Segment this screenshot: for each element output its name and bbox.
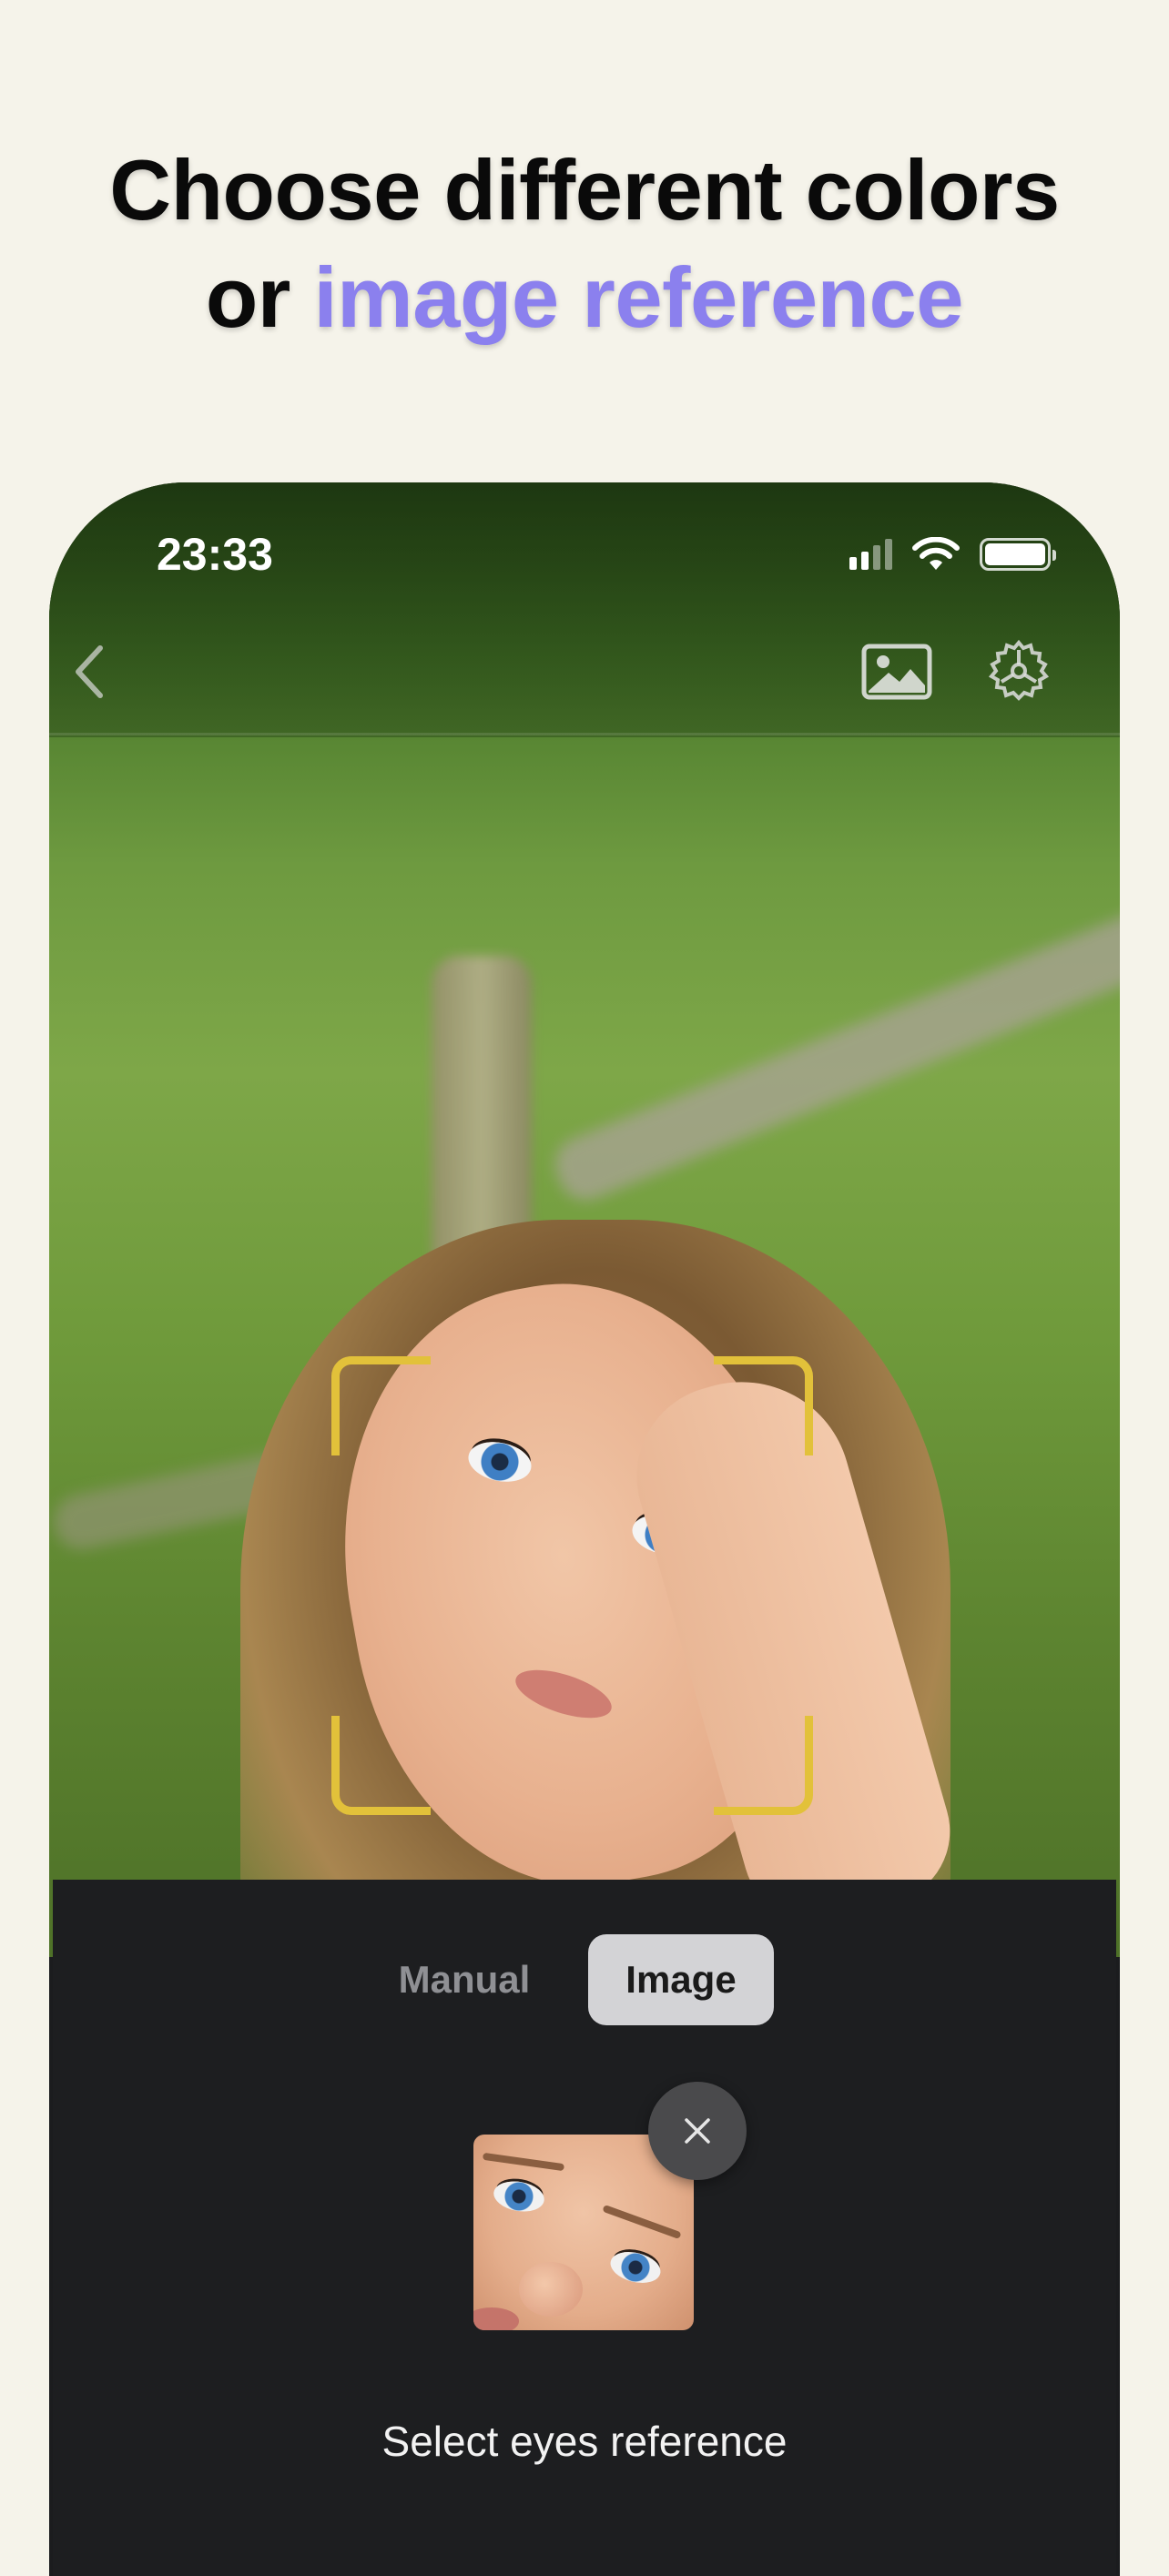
headline: Choose different colors or image referen… xyxy=(0,137,1169,351)
headline-line-2: or image reference xyxy=(0,244,1169,351)
photo-gallery-icon xyxy=(861,644,932,700)
status-time: 23:33 xyxy=(157,529,273,580)
gallery-button[interactable] xyxy=(856,635,938,708)
camera-preview-photo xyxy=(49,482,1120,2039)
tab-image[interactable]: Image xyxy=(588,1934,774,2025)
settings-button[interactable] xyxy=(978,635,1060,708)
phone-mockup: 23:33 Manual Image Select eyes reference xyxy=(49,482,1120,2576)
headline-prefix: or xyxy=(205,249,314,345)
headline-accent: image reference xyxy=(313,249,964,345)
focus-frame-bottom-left xyxy=(331,1716,431,1815)
wifi-icon xyxy=(912,537,960,570)
remove-reference-button[interactable] xyxy=(648,2082,747,2180)
tab-manual[interactable]: Manual xyxy=(371,1934,557,2025)
back-button[interactable] xyxy=(62,635,117,708)
close-icon xyxy=(685,2118,710,2144)
headline-line-1: Choose different colors xyxy=(109,142,1060,238)
cellular-signal-icon xyxy=(849,539,892,570)
focus-frame-top-left xyxy=(331,1356,431,1455)
status-icons xyxy=(849,537,1056,572)
bottom-panel: Manual Image Select eyes reference xyxy=(53,1880,1116,2576)
mode-segmented-control: Manual Image xyxy=(371,1934,774,2025)
reference-caption: Select eyes reference xyxy=(381,2418,788,2465)
chevron-left-icon xyxy=(76,645,103,698)
focus-frame-bottom-right xyxy=(714,1716,813,1815)
gear-icon xyxy=(988,639,1050,701)
focus-frame-top-right xyxy=(714,1356,813,1455)
battery-icon xyxy=(980,538,1056,571)
